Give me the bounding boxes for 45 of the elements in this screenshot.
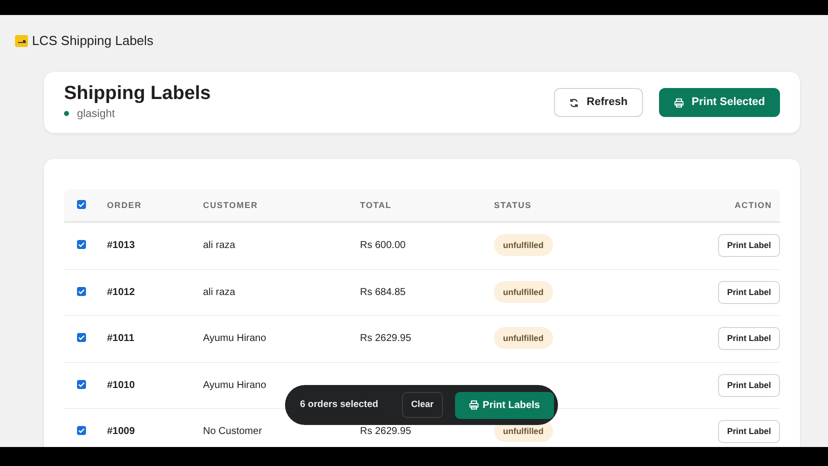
print-label-button[interactable]: Print Label [718, 280, 780, 304]
checkbox[interactable] [77, 286, 86, 296]
store-name: glasight [77, 106, 115, 122]
column-header: TOTAL [360, 200, 392, 210]
clear-button[interactable]: Clear [402, 392, 443, 418]
table-cell: Rs 600.00 [360, 240, 406, 252]
column-header: STATUS [494, 200, 532, 210]
table-cell: ali raza [203, 240, 236, 252]
page-title: Shipping Labels [64, 82, 211, 106]
table-cell: Rs 2629.95 [360, 426, 412, 438]
table-cell: Rs 2629.95 [360, 333, 412, 344]
table-cell: #1010 [107, 380, 135, 391]
table-cell: #1012 [107, 286, 135, 298]
app-title: LCS Shipping Labels [32, 32, 154, 50]
column-header: ACTION [734, 200, 772, 210]
table-cell: Ayumu Hirano [203, 380, 266, 391]
refresh-icon [568, 98, 579, 108]
status-badge: unfulfilled [494, 234, 553, 256]
table-cell: ali raza [203, 286, 236, 298]
table-cell: #1009 [107, 426, 135, 438]
checkbox[interactable] [77, 333, 86, 342]
print-selected-button[interactable]: Print Selected [658, 88, 780, 117]
checkbox[interactable] [77, 240, 86, 250]
print-label-button[interactable]: Print Label [718, 374, 780, 397]
print-labels-button[interactable]: Print Labels [454, 392, 554, 418]
print-label-button[interactable]: Print Label [718, 327, 780, 350]
table-cell: Ayumu Hirano [203, 333, 266, 344]
checkbox[interactable] [77, 426, 86, 436]
column-header: ORDER [107, 200, 142, 210]
table-cell: #1013 [107, 240, 135, 252]
table-cell: #1011 [107, 333, 134, 344]
table-cell: No Customer [203, 426, 262, 438]
printer-icon [468, 400, 479, 410]
truck-icon [15, 35, 28, 47]
print-label-button[interactable]: Print Label [718, 234, 780, 258]
checkbox[interactable] [77, 200, 86, 209]
print-label-button[interactable]: Print Label [718, 420, 780, 444]
table-cell: Rs 684.85 [360, 286, 406, 298]
checkbox[interactable] [77, 380, 86, 389]
refresh-button[interactable]: Refresh [554, 88, 643, 117]
selection-count: 6 orders selected [300, 398, 378, 412]
status-badge: unfulfilled [494, 327, 553, 350]
status-badge: unfulfilled [494, 280, 553, 303]
printer-icon [674, 98, 684, 108]
column-header: CUSTOMER [203, 200, 258, 210]
